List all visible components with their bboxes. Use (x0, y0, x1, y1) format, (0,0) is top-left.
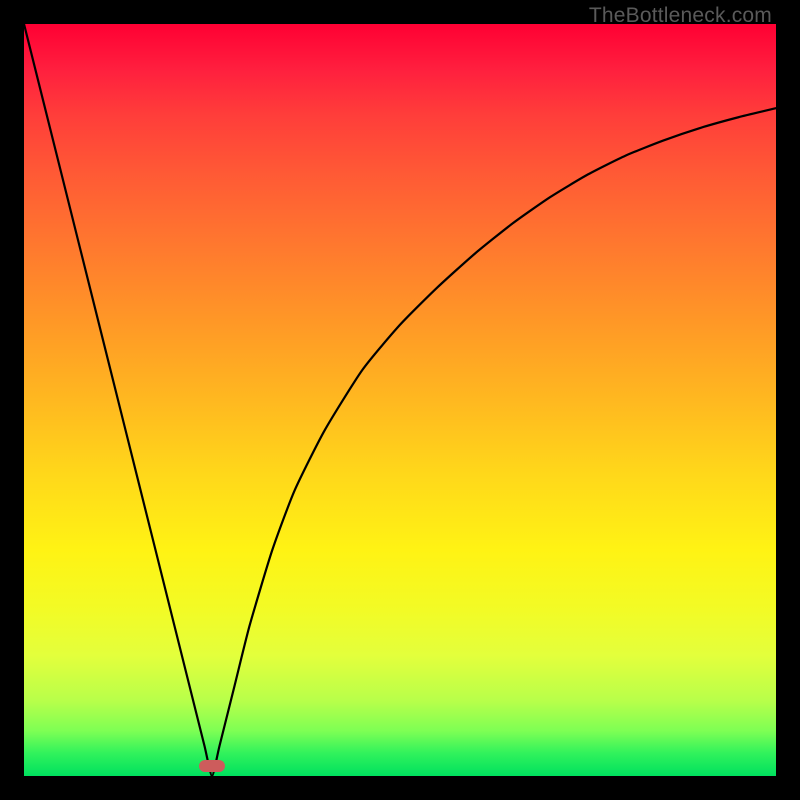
chart-frame: TheBottleneck.com (0, 0, 800, 800)
curve-path (24, 24, 776, 776)
chart-svg (24, 24, 776, 776)
minimum-marker (199, 760, 225, 772)
